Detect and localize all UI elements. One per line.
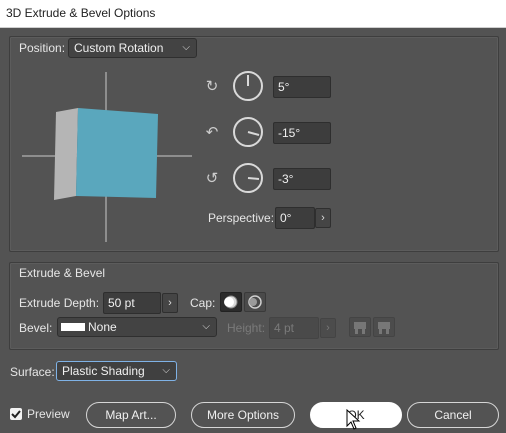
cube-preview-graphic — [22, 72, 192, 242]
preview-label: Preview — [27, 407, 70, 421]
height-slider-button[interactable]: › — [320, 318, 336, 338]
preview-checkbox[interactable] — [10, 408, 22, 420]
bevel-in-icon[interactable] — [373, 317, 395, 337]
y-rotation-value: -15° — [278, 126, 301, 140]
height-value: 4 pt — [274, 321, 295, 335]
rotate-y-axis-icon: ↶ — [205, 124, 219, 141]
perspective-field[interactable]: 0° — [275, 207, 315, 229]
x-rotation-value: 5° — [278, 80, 290, 94]
more-options-button[interactable]: More Options — [191, 402, 295, 428]
height-field[interactable]: 4 pt — [269, 317, 319, 339]
height-label: Height: — [227, 321, 266, 335]
perspective-slider-button[interactable]: › — [315, 208, 331, 228]
rotate-z-axis-icon: ↺ — [205, 170, 219, 187]
cap-label: Cap: — [190, 296, 216, 310]
perspective-label: Perspective: — [208, 211, 275, 225]
bevel-swatch — [61, 323, 85, 331]
chevron-down-icon: ⌵ — [162, 365, 170, 376]
window-title: 3D Extrude & Bevel Options — [6, 6, 156, 20]
title-bar: 3D Extrude & Bevel Options — [0, 0, 506, 28]
cancel-label: Cancel — [434, 408, 472, 422]
extrude-depth-slider-button[interactable]: › — [162, 293, 178, 313]
mouse-cursor-icon — [346, 409, 361, 430]
bevel-out-icon[interactable] — [349, 317, 371, 337]
z-rotation-dial[interactable] — [233, 163, 263, 193]
cap-on-icon[interactable] — [220, 292, 242, 312]
extrude-bevel-title: Extrude & Bevel — [19, 266, 106, 280]
perspective-value: 0° — [280, 211, 292, 225]
map-art-label: Map Art... — [105, 408, 157, 422]
cap-off-icon[interactable] — [244, 292, 266, 312]
bevel-dropdown[interactable]: None ⌵ — [57, 317, 217, 337]
surface-dropdown-value: Plastic Shading — [62, 364, 145, 378]
cube-side-face — [54, 108, 78, 200]
chevron-down-icon: ⌵ — [182, 42, 190, 53]
more-options-label: More Options — [206, 408, 280, 422]
cube-front-face — [76, 108, 158, 198]
map-art-button[interactable]: Map Art... — [86, 402, 176, 428]
extrude-depth-value: 50 pt — [108, 296, 135, 310]
bevel-label: Bevel: — [19, 321, 53, 335]
checkmark-icon — [11, 410, 21, 419]
cube-preview[interactable] — [22, 72, 192, 242]
position-dropdown[interactable]: Custom Rotation ⌵ — [68, 38, 197, 58]
surface-dropdown[interactable]: Plastic Shading ⌵ — [56, 361, 177, 381]
position-label: Position: — [19, 41, 66, 55]
bevel-dropdown-value: None — [88, 320, 117, 334]
z-rotation-value: -3° — [278, 172, 294, 186]
y-rotation-dial[interactable] — [233, 117, 263, 147]
cancel-button[interactable]: Cancel — [407, 402, 499, 428]
y-rotation-field[interactable]: -15° — [273, 122, 331, 144]
chevron-down-icon: ⌵ — [202, 321, 210, 332]
x-rotation-field[interactable]: 5° — [273, 76, 331, 98]
x-rotation-dial[interactable] — [233, 71, 263, 101]
z-rotation-field[interactable]: -3° — [273, 168, 331, 190]
position-dropdown-value: Custom Rotation — [74, 41, 164, 55]
extrude-depth-field[interactable]: 50 pt — [103, 292, 161, 314]
surface-label: Surface: — [10, 365, 55, 379]
rotate-x-axis-icon: ↻ — [205, 78, 219, 95]
extrude-depth-label: Extrude Depth: — [19, 296, 100, 310]
